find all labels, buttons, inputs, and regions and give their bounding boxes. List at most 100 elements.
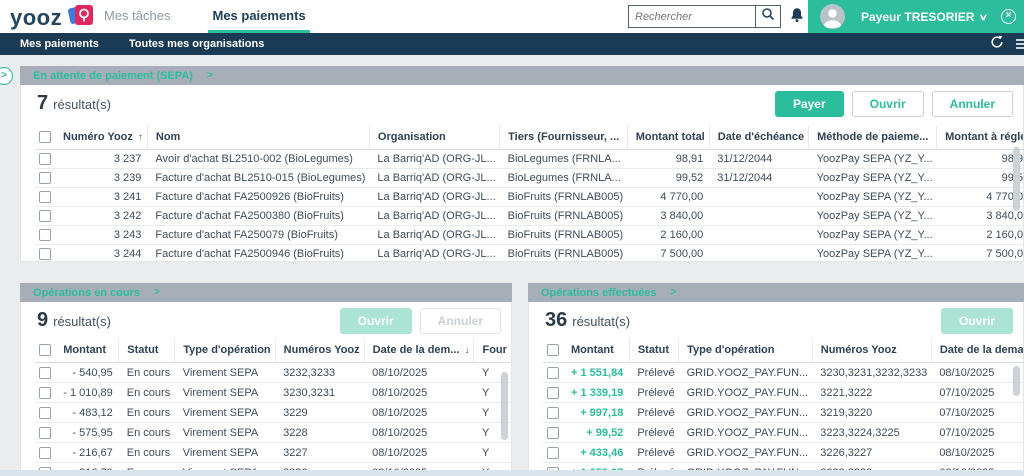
table-row[interactable]: - 483,12En coursVirement SEPA322908/10/2… <box>35 403 511 423</box>
ouvrir-button-disabled[interactable]: Ouvrir <box>340 308 412 334</box>
select-all-checkbox[interactable] <box>39 344 51 356</box>
select-all-checkbox[interactable] <box>39 131 51 143</box>
menu-icon[interactable] <box>1016 37 1024 51</box>
cell-to_pay: 7 500,00 <box>937 245 1024 262</box>
table-row[interactable]: - 575,95En coursVirement SEPA322808/10/2… <box>35 423 511 443</box>
column-header[interactable]: Type d'opération <box>679 338 813 363</box>
column-header[interactable]: Tiers (Fournisseur, ... <box>500 125 628 150</box>
row-checkbox[interactable] <box>39 172 51 184</box>
row-checkbox[interactable] <box>547 407 559 419</box>
row-checkbox[interactable] <box>547 427 559 439</box>
row-checkbox[interactable] <box>39 427 51 439</box>
column-header[interactable]: Type d'opération <box>175 338 275 363</box>
cell-method: YoozPay SEPA (YZ_Y... <box>809 207 937 226</box>
refresh-icon[interactable] <box>990 35 1004 54</box>
cell-total: 4 770,00 <box>627 188 709 207</box>
cell-method: YoozPay SEPA (YZ_Y... <box>809 245 937 262</box>
payer-button[interactable]: Payer <box>775 91 844 117</box>
cell-due <box>709 245 808 262</box>
row-checkbox[interactable] <box>39 387 51 399</box>
table-row[interactable]: - 540,95En coursVirement SEPA3232,323308… <box>35 363 511 383</box>
table-row[interactable]: + 99,52PrélevéGRID.YOOZ_PAY.FUN...3223,3… <box>543 423 1024 443</box>
table-row[interactable]: 3 237Avoir d'achat BL2510-002 (BioLegume… <box>35 150 1024 169</box>
column-header[interactable]: Date de la demande <box>931 338 1024 363</box>
column-header[interactable]: Numéros Yooz <box>275 338 364 363</box>
column-header[interactable]: Méthode de paieme... <box>809 125 937 150</box>
row-checkbox[interactable] <box>39 447 51 459</box>
inprogress-table-scrollbar[interactable] <box>501 372 508 440</box>
ouvrir-button[interactable]: Ouvrir <box>852 91 924 117</box>
search-button[interactable] <box>756 5 781 28</box>
row-checkbox[interactable] <box>547 447 559 459</box>
inprogress-section-header[interactable]: Opérations en cours > <box>20 283 512 302</box>
pending-table-scrollbar[interactable] <box>1013 147 1020 211</box>
cell-status: Prélevé <box>629 443 678 463</box>
search-icon <box>761 7 775 26</box>
table-row[interactable]: - 216,67En coursVirement SEPA322708/10/2… <box>35 443 511 463</box>
column-header[interactable]: Statut <box>629 338 678 363</box>
row-checkbox[interactable] <box>39 407 51 419</box>
column-header[interactable]: Numéros Yooz <box>812 338 931 363</box>
completed-table-scrollbar[interactable] <box>1013 366 1020 396</box>
row-checkbox[interactable] <box>547 367 559 379</box>
inprogress-actions: Ouvrir Annuler <box>340 308 501 334</box>
annuler-button[interactable]: Annuler <box>932 91 1013 117</box>
table-row[interactable]: + 997,18PrélevéGRID.YOOZ_PAY.FUN...3219,… <box>543 403 1024 423</box>
table-row[interactable]: - 1 010,89En coursVirement SEPA3230,3231… <box>35 383 511 403</box>
cell-amount: + 1 339,19 <box>563 383 629 403</box>
column-header[interactable]: Statut <box>119 338 175 363</box>
cell-nums: 3228 <box>275 423 364 443</box>
table-row[interactable]: 3 242Facture d'achat FA2500380 (BioFruit… <box>35 207 1024 226</box>
cell-type: Virement SEPA <box>175 443 275 463</box>
column-header[interactable]: Date de la dem...↓ <box>364 338 474 363</box>
cell-status: En cours <box>119 363 175 383</box>
completed-section-header[interactable]: Opérations effectuées > <box>528 283 1024 302</box>
tab-mes-taches[interactable]: Mes tâches <box>100 0 174 33</box>
table-row[interactable]: 3 244Facture d'achat FA2500946 (BioFruit… <box>35 245 1024 262</box>
column-header[interactable]: Numéro Yooz↑ <box>55 125 147 150</box>
notifications-bell-icon[interactable] <box>789 7 805 30</box>
row-checkbox[interactable] <box>39 229 51 241</box>
column-header[interactable]: Four <box>474 338 511 363</box>
row-checkbox[interactable] <box>39 153 51 165</box>
row-checkbox[interactable] <box>39 248 51 260</box>
subnav-toutes-organisations[interactable]: Toutes mes organisations <box>129 38 265 50</box>
select-all-header <box>35 125 55 150</box>
table-row[interactable]: + 1 551,84PrélevéGRID.YOOZ_PAY.FUN...323… <box>543 363 1024 383</box>
cell-status: Prélevé <box>629 403 678 423</box>
column-header[interactable]: Date d'échéance <box>709 125 808 150</box>
column-header[interactable]: Montant <box>55 338 119 363</box>
column-header[interactable]: Nom <box>147 125 369 150</box>
row-checkbox-cell <box>543 423 563 443</box>
cell-total: 7 500,00 <box>627 245 709 262</box>
cell-extra: Y <box>474 443 511 463</box>
tab-mes-paiements[interactable]: Mes paiements <box>208 0 309 33</box>
annuler-button-disabled[interactable]: Annuler <box>420 308 501 334</box>
column-header[interactable]: Montant total <box>627 125 709 150</box>
row-checkbox[interactable] <box>39 210 51 222</box>
row-checkbox[interactable] <box>547 387 559 399</box>
table-row[interactable]: 3 241Facture d'achat FA2500926 (BioFruit… <box>35 188 1024 207</box>
search-input[interactable] <box>628 5 756 28</box>
column-header[interactable]: Organisation <box>369 125 499 150</box>
pending-section-header[interactable]: En attente de paiement (SEPA) > <box>20 66 1024 85</box>
user-menu[interactable]: Payeur TRESORIER ∨ × <box>808 0 1024 33</box>
table-row[interactable]: + 1 339,19PrélevéGRID.YOOZ_PAY.FUN...322… <box>543 383 1024 403</box>
row-checkbox[interactable] <box>39 367 51 379</box>
table-row[interactable]: + 433,46PrélevéGRID.YOOZ_PAY.FUN...3226,… <box>543 443 1024 463</box>
row-checkbox-cell <box>35 383 55 403</box>
column-header[interactable]: Montant <box>563 338 629 363</box>
panel-expand-icon[interactable]: > <box>0 67 13 85</box>
table-row[interactable]: 3 239Facture d'achat BL2510-015 (BioLegu… <box>35 169 1024 188</box>
cell-org: La Barriq'AD (ORG-JL... <box>369 245 499 262</box>
subnav-mes-paiements[interactable]: Mes paiements <box>20 38 99 50</box>
column-header[interactable]: Montant à régler <box>937 125 1024 150</box>
horizontal-scrollbar[interactable] <box>0 470 1024 476</box>
select-all-checkbox[interactable] <box>547 344 559 356</box>
close-icon[interactable]: × <box>1001 9 1016 24</box>
cell-amount: + 1 551,84 <box>563 363 629 383</box>
row-checkbox[interactable] <box>39 191 51 203</box>
ouvrir-button-disabled[interactable]: Ouvrir <box>941 308 1013 334</box>
table-row[interactable]: 3 243Facture d'achat FA250079 (BioFruits… <box>35 226 1024 245</box>
sub-nav: Mes paiements Toutes mes organisations <box>0 33 1024 55</box>
